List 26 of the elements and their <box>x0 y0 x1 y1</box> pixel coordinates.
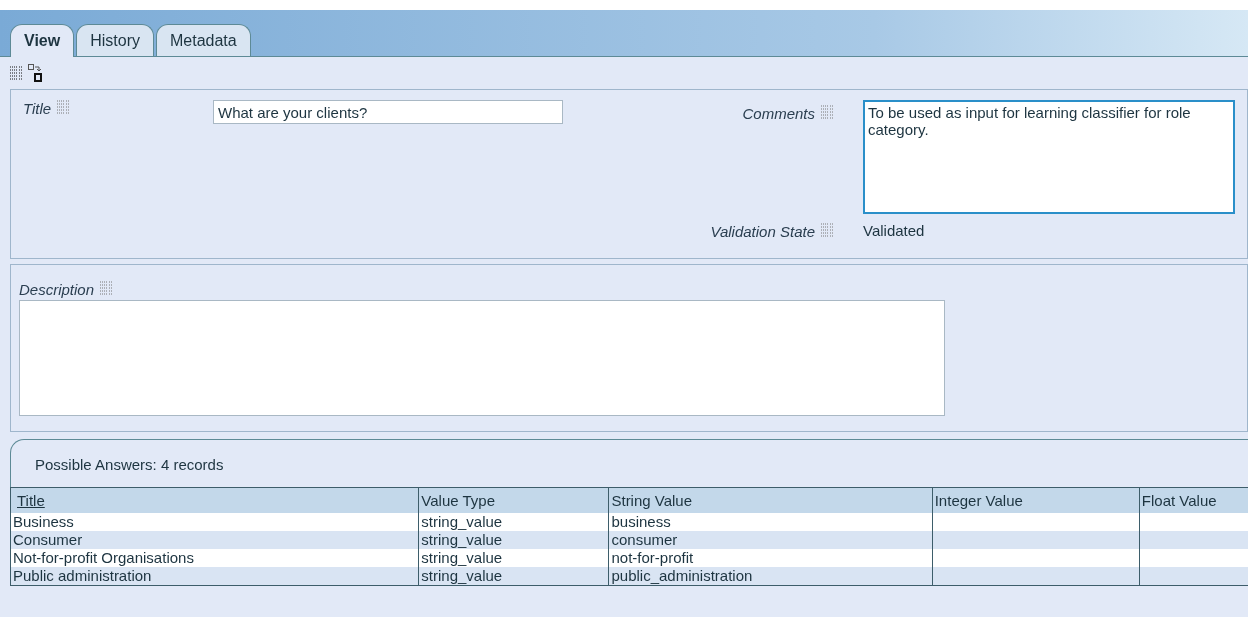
validation-value: Validated <box>863 222 926 239</box>
table-cell: public_administration <box>608 567 933 586</box>
field-label: Title <box>23 100 52 117</box>
list-icon[interactable] <box>57 100 70 114</box>
tab[interactable]: View <box>10 24 75 57</box>
table-cell: Public administration <box>10 567 419 586</box>
move-icon[interactable] <box>28 64 42 82</box>
list-icon[interactable] <box>821 105 833 119</box>
column-header[interactable]: Title <box>10 487 419 513</box>
list-icon[interactable] <box>10 66 22 80</box>
list-icon[interactable] <box>100 281 113 295</box>
field-label: Comments <box>742 105 815 122</box>
column-header: Integer Value <box>932 487 1140 513</box>
column-header: String Value <box>608 487 933 513</box>
column-header: Float Value <box>1139 487 1248 513</box>
title-input[interactable]: What are your clients? <box>213 100 563 124</box>
table-cell: string_value <box>418 567 609 586</box>
comments-field[interactable]: To be used as input for learning classifier for role category. <box>863 100 1235 214</box>
field-label: Description <box>19 281 95 298</box>
list-icon[interactable] <box>821 223 833 237</box>
tab[interactable]: History <box>76 24 154 56</box>
tab[interactable]: Metadata <box>155 24 251 56</box>
records-caption: Possible Answers: 4 records <box>35 456 224 473</box>
description-field[interactable] <box>19 300 945 416</box>
column-header: Value Type <box>418 487 609 513</box>
field-label: Validation State <box>710 223 815 240</box>
